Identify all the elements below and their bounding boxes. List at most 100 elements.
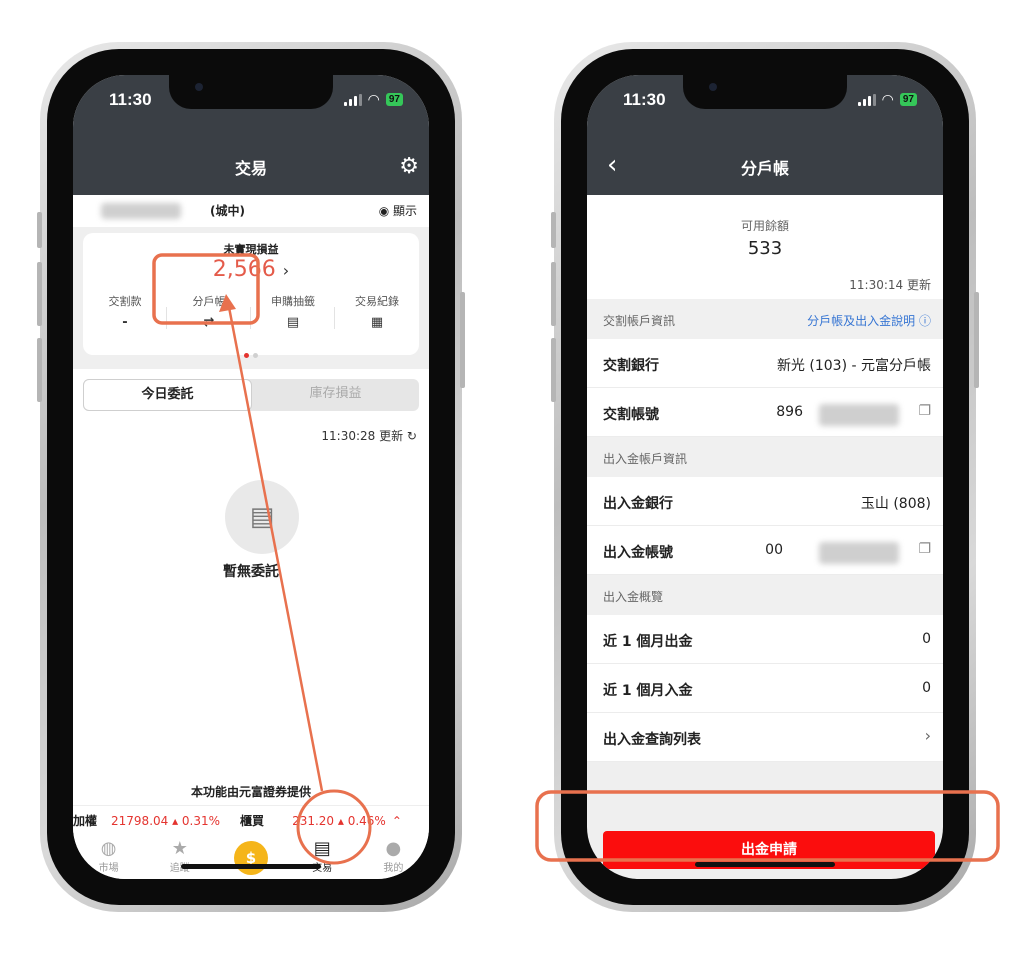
copy-icon[interactable]: ❐ bbox=[918, 403, 931, 419]
row-transfer-bank: 出入金銀行 玉山 (808) bbox=[587, 477, 943, 526]
home-indicator bbox=[181, 864, 321, 869]
provider-note: 本功能由元富證券提供 bbox=[190, 785, 311, 799]
transfer-arrows-icon: ⇄ bbox=[203, 315, 215, 330]
status-time: 11:30 bbox=[109, 90, 152, 109]
lottery-doc-icon: ▤ bbox=[286, 315, 300, 330]
ticker-name-otc: 櫃買 bbox=[240, 814, 265, 828]
volume-up-button bbox=[37, 262, 42, 326]
quick-sub-ledger[interactable]: 分戶帳 ⇄ bbox=[167, 293, 251, 330]
balance-value: 533 bbox=[747, 238, 783, 259]
row-query-list[interactable]: 出入金查詢列表 › bbox=[587, 713, 943, 762]
tab-watchlist[interactable]: ★ 追蹤 bbox=[144, 835, 215, 879]
chevron-up-icon[interactable]: ⌃ bbox=[392, 814, 402, 828]
status-time: 11:30 bbox=[623, 90, 666, 109]
phone-bezel: 11:30 ◠ 97 交易 ⚙ (城中) ◉ 顯示 未實現損益 2,566 › … bbox=[47, 49, 455, 905]
power-button bbox=[974, 292, 979, 388]
tab-market[interactable]: ◍ 市場 bbox=[73, 835, 144, 879]
balance-label: 可用餘額 bbox=[740, 219, 789, 233]
volume-down-button bbox=[37, 338, 42, 402]
summary-area: 未實現損益 2,566 › 交割款 - 分戶帳 ⇄ 申購抽籤 ▤ 交易紀錄 ▦ bbox=[73, 227, 429, 369]
segment-control: 今日委託 庫存損益 bbox=[83, 379, 419, 411]
ticker-value-otc: 231.20 ▴ 0.46% bbox=[292, 813, 386, 828]
camera-dot bbox=[709, 83, 717, 91]
settlement-value: - bbox=[122, 315, 128, 330]
section-transfer: 出入金帳戶資訊 bbox=[587, 437, 943, 477]
index-ticker[interactable]: 加權 21798.04 ▴ 0.31% 櫃買 231.20 ▴ 0.46% ⌃ bbox=[73, 805, 429, 835]
row-value: 0 bbox=[922, 680, 931, 696]
row-value: 896 bbox=[776, 404, 803, 420]
status-bar: 11:30 ◠ 97 bbox=[587, 75, 943, 141]
power-button bbox=[460, 292, 465, 388]
right-screen: 11:30 ◠ 97 ‹ 分戶帳 可用餘額 533 11:30:14 更新 交割… bbox=[587, 75, 943, 879]
tab-profile-label: 我的 bbox=[383, 863, 404, 874]
row-value: 新光 (103) - 元富分戶帳 bbox=[776, 358, 931, 374]
quick-settlement[interactable]: 交割款 - bbox=[83, 293, 167, 330]
status-icons: ◠ 97 bbox=[857, 91, 917, 108]
quick-ipo-lottery[interactable]: 申購抽籤 ▤ bbox=[251, 293, 335, 330]
tab-center-coin[interactable]: $ bbox=[215, 835, 286, 879]
left-phone-frame: 11:30 ◠ 97 交易 ⚙ (城中) ◉ 顯示 未實現損益 2,566 › … bbox=[37, 42, 465, 912]
copy-icon[interactable]: ❐ bbox=[918, 541, 931, 557]
row-value: 00 bbox=[765, 542, 783, 558]
row-transfer-account: 出入金帳號 00 ❐ bbox=[587, 526, 943, 575]
row-label: 近 1 個月出金 bbox=[603, 634, 693, 650]
phone-bezel: 11:30 ◠ 97 ‹ 分戶帳 可用餘額 533 11:30:14 更新 交割… bbox=[561, 49, 969, 905]
page-title: 交易 bbox=[234, 159, 267, 178]
mute-switch bbox=[551, 212, 556, 248]
row-label: 交割帳號 bbox=[603, 407, 659, 423]
camera-dot bbox=[195, 83, 203, 91]
help-link[interactable]: 分戶帳及出入金說明 ⓘ bbox=[807, 312, 931, 329]
balance-updated: 11:30:14 更新 bbox=[849, 278, 931, 292]
unrealized-amount: 2,566 bbox=[212, 257, 276, 282]
battery-icon: 97 bbox=[899, 93, 917, 106]
book-icon: ▦ bbox=[370, 315, 384, 330]
tab-market-label: 市場 bbox=[98, 863, 119, 874]
signal-icon bbox=[343, 93, 362, 106]
row-in-month: 近 1 個月入金 0 bbox=[587, 664, 943, 713]
row-out-month: 近 1 個月出金 0 bbox=[587, 615, 943, 664]
volume-up-button bbox=[551, 262, 556, 326]
tab-trade[interactable]: ▤ 交易 bbox=[287, 835, 358, 879]
update-time[interactable]: 11:30:28 更新 ↻ bbox=[321, 427, 417, 444]
tab-profile[interactable]: ● 我的 bbox=[358, 835, 429, 879]
unrealized-label: 未實現損益 bbox=[223, 243, 279, 256]
wifi-icon: ◠ bbox=[367, 91, 380, 108]
row-value: 玉山 (808) bbox=[860, 496, 931, 512]
row-label: 出入金銀行 bbox=[603, 496, 673, 512]
quick-sub-ledger-label: 分戶帳 bbox=[192, 295, 226, 308]
row-label: 近 1 個月入金 bbox=[603, 683, 693, 699]
row-label: 交割銀行 bbox=[603, 358, 659, 374]
person-icon: ● bbox=[385, 838, 402, 859]
row-value: 0 bbox=[922, 631, 931, 647]
ticker-name-taiex: 加權 bbox=[73, 814, 98, 828]
top-nav: ‹ 分戶帳 bbox=[587, 141, 943, 195]
section-transfer-title: 出入金帳戶資訊 bbox=[603, 452, 688, 466]
status-bar: 11:30 ◠ 97 bbox=[73, 75, 429, 141]
signal-icon bbox=[857, 93, 876, 106]
chevron-right-icon: › bbox=[282, 261, 290, 280]
section-overview: 出入金概覽 bbox=[587, 575, 943, 615]
unrealized-value[interactable]: 2,566 › bbox=[83, 257, 419, 282]
document-tab-icon: ▤ bbox=[313, 838, 331, 859]
row-settle-account: 交割帳號 896 ❐ bbox=[587, 388, 943, 437]
quick-settlement-label: 交割款 bbox=[108, 295, 142, 308]
notch bbox=[683, 75, 847, 109]
quick-ipo-lottery-label: 申購抽籤 bbox=[271, 295, 315, 308]
wifi-icon: ◠ bbox=[881, 91, 894, 108]
settings-gear-icon[interactable]: ⚙ bbox=[399, 154, 419, 179]
row-label: 出入金查詢列表 bbox=[603, 732, 701, 748]
notch bbox=[169, 75, 333, 109]
ticker-value-taiex: 21798.04 ▴ 0.31% bbox=[111, 813, 221, 828]
left-screen: 11:30 ◠ 97 交易 ⚙ (城中) ◉ 顯示 未實現損益 2,566 › … bbox=[73, 75, 429, 879]
chevron-right-icon: › bbox=[924, 726, 931, 745]
quick-actions: 交割款 - 分戶帳 ⇄ 申購抽籤 ▤ 交易紀錄 ▦ bbox=[83, 293, 419, 330]
home-indicator bbox=[695, 862, 835, 867]
right-phone-frame: 11:30 ◠ 97 ‹ 分戶帳 可用餘額 533 11:30:14 更新 交割… bbox=[551, 42, 979, 912]
quick-trade-record[interactable]: 交易紀錄 ▦ bbox=[335, 293, 419, 330]
show-toggle[interactable]: ◉ 顯示 bbox=[379, 202, 417, 219]
volume-down-button bbox=[551, 338, 556, 402]
tab-today-orders[interactable]: 今日委託 bbox=[83, 379, 252, 411]
tab-inventory-pl[interactable]: 庫存損益 bbox=[252, 379, 419, 411]
section-settlement: 交割帳戶資訊 分戶帳及出入金說明 ⓘ bbox=[587, 299, 943, 339]
account-branch: (城中) bbox=[210, 204, 245, 218]
